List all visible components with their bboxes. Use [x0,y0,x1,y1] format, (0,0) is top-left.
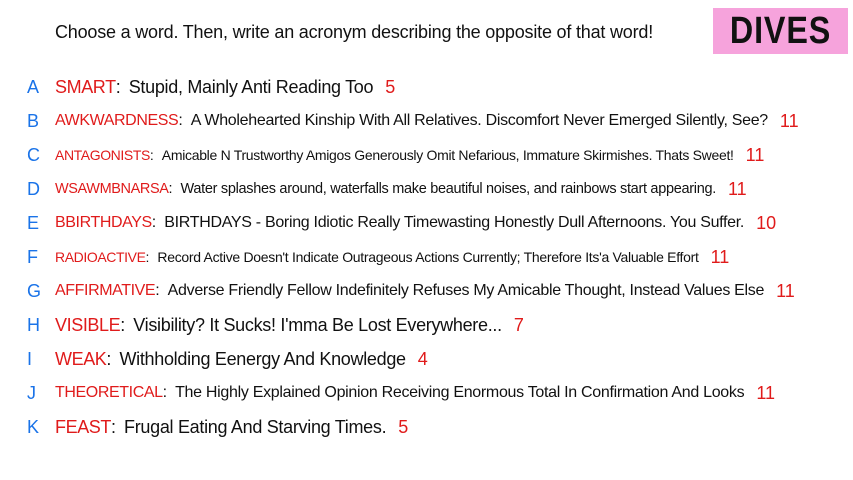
answer-row-e: E BBIRTHDAYS: BIRTHDAYS - Boring Idiotic … [0,208,853,238]
option-letter: J [27,382,36,403]
answer-content: AFFIRMATIVE: Adverse Friendly Fellow Inde… [55,281,795,302]
option-letter: A [27,76,40,97]
option-letter: G [27,280,42,301]
colon: : [149,147,154,163]
answer-row-d: D WSAWMBNARSA: Water splashes around, wat… [0,174,853,204]
option-letter: C [27,144,40,165]
answer-content: BBIRTHDAYS: BIRTHDAYS - Boring Idiotic Re… [55,213,776,234]
badge-label: DIVES [729,9,832,52]
letter-count: 4 [417,348,428,369]
letter-count: 5 [398,416,409,437]
colon: : [115,76,121,97]
acronym-text: Visibility? It Sucks! I'mma Be Lost Ever… [133,314,502,335]
answer-row-h: H VISIBLE: Visibility? It Sucks! I'mma Be… [0,310,853,340]
letter-count: 11 [776,280,795,301]
colon: : [145,249,150,265]
letter-count: 11 [756,382,775,403]
answer-content: SMART: Stupid, Mainly Anti Reading Too 5 [55,77,395,98]
option-letter: I [27,348,33,369]
answer-row-g: G AFFIRMATIVE: Adverse Friendly Fellow In… [0,276,853,306]
answer-content: THEORETICAL: The Highly Explained Opinion… [55,383,775,404]
answer-content: WSAWMBNARSA: Water splashes around, water… [55,179,747,200]
option-letter: H [27,314,40,335]
answer-content: VISIBLE: Visibility? It Sucks! I'mma Be L… [55,315,524,336]
colon: : [106,348,112,369]
letter-count: 11 [779,110,799,131]
letter-count: 10 [756,212,777,233]
answer-row-i: I WEAK: Withholding Eenergy And Knowledge… [0,344,853,374]
colon: : [162,384,168,401]
letter-count: 11 [727,178,747,199]
acronym-text: Water splashes around, waterfalls make b… [180,181,717,197]
acronym-text: Amicable N Trustworthy Amigos Generously… [161,147,734,163]
letter-count: 11 [710,246,730,267]
option-letter: D [27,178,40,199]
colon: : [168,181,173,197]
acronym-text: Adverse Friendly Fellow Indefinitely Ref… [167,282,765,299]
source-word: AWKWARDNESS [55,112,179,129]
answer-row-b: B AWKWARDNESS: A Wholehearted Kinship Wit… [0,106,853,136]
source-word: SMART [55,76,116,97]
prompt-text: Choose a word. Then, write an acronym de… [55,22,654,42]
option-letter: E [27,212,40,233]
answer-content: FEAST: Frugal Eating And Starving Times. 5 [55,417,408,438]
colon: : [111,416,117,437]
answer-content: WEAK: Withholding Eenergy And Knowledge 4 [55,349,428,370]
option-letter: B [27,110,40,131]
answer-content: AWKWARDNESS: A Wholehearted Kinship With … [55,111,799,132]
answer-row-k: K FEAST: Frugal Eating And Starving Times… [0,412,853,442]
answer-content: ANTAGONISTS: Amicable N Trustworthy Amigo… [55,145,764,166]
option-letter: F [27,246,38,267]
source-word: WSAWMBNARSA [55,181,169,197]
colon: : [151,214,157,231]
answer-row-j: J THEORETICAL: The Highly Explained Opini… [0,378,853,408]
letter-count: 5 [385,76,396,97]
acronym-text: Stupid, Mainly Anti Reading Too [128,76,374,97]
source-word: WEAK [55,348,107,369]
acronym-text: A Wholehearted Kinship With All Relative… [190,112,768,129]
answer-row-a: A SMART: Stupid, Mainly Anti Reading Too 5 [0,72,853,102]
colon: : [120,314,126,335]
source-word: AFFIRMATIVE [55,282,156,299]
source-word: RADIOACTIVE [55,249,146,265]
answer-row-c: C ANTAGONISTS: Amicable N Trustworthy Ami… [0,140,853,170]
source-word: VISIBLE [55,314,121,335]
source-word: FEAST [55,416,112,437]
letter-count: 11 [745,144,765,165]
source-word: THEORETICAL [55,384,163,401]
answer-content: RADIOACTIVE: Record Active Doesn't Indica… [55,247,729,268]
source-word: ANTAGONISTS [55,147,150,163]
colon: : [178,112,183,129]
answer-row-f: F RADIOACTIVE: Record Active Doesn't Indi… [0,242,853,272]
source-word: BBIRTHDAYS [55,214,152,231]
word-badge: DIVES [713,8,848,54]
letter-count: 7 [513,314,524,335]
acronym-text: BIRTHDAYS - Boring Idiotic Really Timewa… [164,214,745,231]
option-letter: K [27,416,40,437]
acronym-text: Withholding Eenergy And Knowledge [119,348,406,369]
colon: : [155,282,160,299]
acronym-text: Record Active Doesn't Indicate Outrageou… [157,249,699,265]
acronym-text: Frugal Eating And Starving Times. [124,416,387,437]
acronym-text: The Highly Explained Opinion Receiving E… [175,384,745,401]
